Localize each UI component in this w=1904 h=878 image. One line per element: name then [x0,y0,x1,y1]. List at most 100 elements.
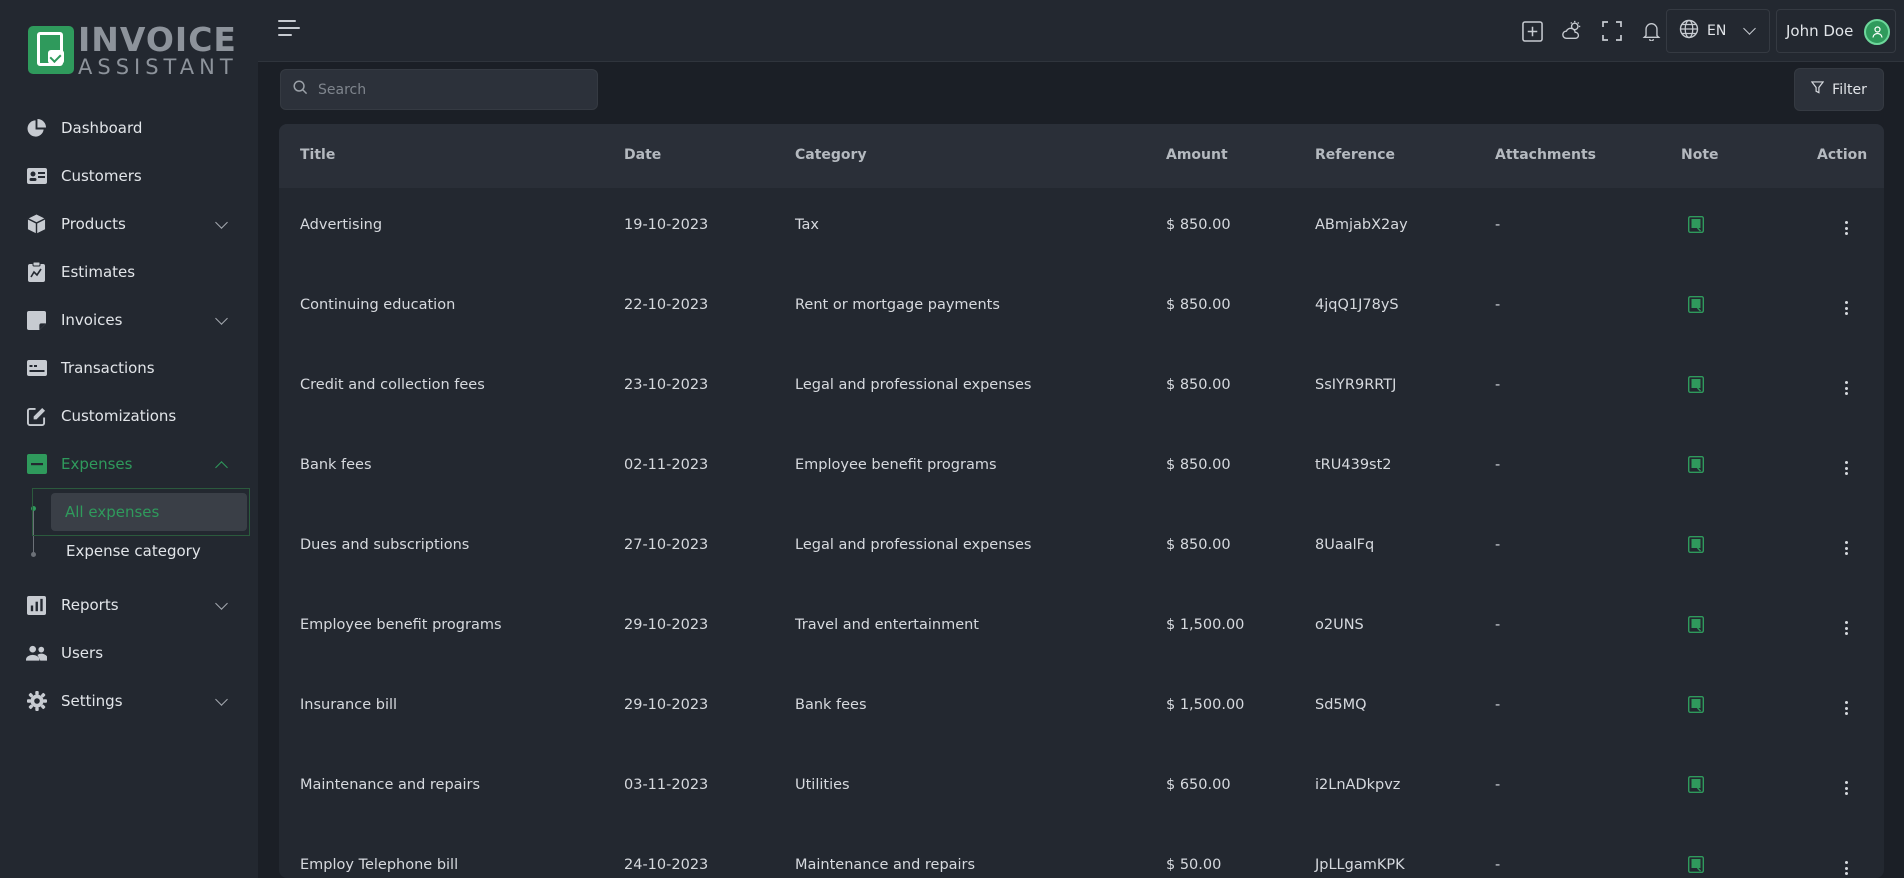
cell-attachments: - [1495,457,1501,473]
more-vertical-icon[interactable] [1839,858,1853,878]
sidebar-item-estimates[interactable]: Estimates [0,248,258,296]
reports-icon [26,595,47,616]
cell-category: Legal and professional expenses [795,377,1032,393]
column-header-action: Action [1817,147,1868,163]
table-row[interactable]: Credit and collection fees 23-10-2023 Le… [279,348,1884,428]
chevron-down-icon [1743,22,1756,35]
column-header-category[interactable]: Category [795,147,867,163]
cell-category: Tax [795,217,819,233]
cell-title: Insurance bill [300,697,398,713]
submenu-item-all-expenses[interactable]: All expenses [32,488,250,536]
more-vertical-icon[interactable] [1839,378,1853,398]
cell-date: 22-10-2023 [624,297,709,313]
clipboard-icon [26,262,47,283]
more-vertical-icon[interactable] [1839,218,1853,238]
sidebar-item-users[interactable]: Users [0,629,258,677]
cell-reference: i2LnADkpvz [1315,777,1401,793]
cell-reference: Sd5MQ [1315,697,1367,713]
bell-icon[interactable] [1639,19,1663,43]
sidebar-item-reports[interactable]: Reports [0,581,258,629]
more-vertical-icon[interactable] [1839,778,1853,798]
more-vertical-icon[interactable] [1839,298,1853,318]
cell-title: Continuing education [300,297,456,313]
sidebar-item-dashboard[interactable]: Dashboard [0,104,258,152]
column-header-note: Note [1681,147,1719,163]
more-vertical-icon[interactable] [1839,538,1853,558]
more-vertical-icon[interactable] [1839,458,1853,478]
more-vertical-icon[interactable] [1839,698,1853,718]
cell-title: Credit and collection fees [300,377,485,393]
id-card-icon [26,166,47,187]
avatar [1864,19,1890,45]
sidebar-item-transactions[interactable]: Transactions [0,344,258,392]
cell-amount: $ 850.00 [1166,217,1231,233]
note-icon[interactable] [1687,535,1705,554]
table-row[interactable]: Maintenance and repairs 03-11-2023 Utili… [279,748,1884,828]
note-icon[interactable] [1687,615,1705,634]
app-logo[interactable]: INVOICE ASSISTANT [28,23,238,79]
sidebar-item-label: Invoices [61,311,123,329]
cell-date: 03-11-2023 [624,777,709,793]
table-row[interactable]: Insurance bill 29-10-2023 Bank fees $ 1,… [279,668,1884,748]
note-icon[interactable] [1687,855,1705,874]
fullscreen-icon[interactable] [1600,19,1624,43]
note-icon[interactable] [1687,695,1705,714]
sidebar-item-products[interactable]: Products [0,200,258,248]
more-vertical-icon[interactable] [1839,618,1853,638]
add-icon[interactable] [1520,19,1544,43]
sidebar-item-label: Estimates [61,263,136,281]
note-icon[interactable] [1687,215,1705,234]
table-row[interactable]: Advertising 19-10-2023 Tax $ 850.00 ABmj… [279,188,1884,268]
logo-line2: ASSISTANT [78,54,238,79]
expenses-submenu: All expenses Expense category [0,488,258,581]
column-header-title[interactable]: Title [300,147,335,163]
cell-attachments: - [1495,857,1501,873]
column-header-reference[interactable]: Reference [1315,147,1395,163]
sidebar-item-label: Users [61,644,104,662]
users-icon [26,643,47,664]
sidebar-item-invoices[interactable]: Invoices [0,296,258,344]
cell-attachments: - [1495,777,1501,793]
language-selector[interactable]: EN [1666,9,1770,53]
cell-title: Dues and subscriptions [300,537,470,553]
table-row[interactable]: Continuing education 22-10-2023 Rent or … [279,268,1884,348]
chevron-down-icon [215,693,228,706]
note-icon[interactable] [1687,375,1705,394]
cell-attachments: - [1495,697,1501,713]
column-header-attachments[interactable]: Attachments [1495,147,1596,163]
table-row[interactable]: Employ Telephone bill 24-10-2023 Mainten… [279,828,1884,878]
table-row[interactable]: Employee benefit programs 29-10-2023 Tra… [279,588,1884,668]
cell-date: 02-11-2023 [624,457,709,473]
cell-title: Bank fees [300,457,372,473]
filter-button[interactable]: Filter [1794,68,1884,111]
sidebar: INVOICE ASSISTANT Dashboard Customers Pr… [0,0,258,878]
column-header-date[interactable]: Date [624,147,661,163]
note-icon[interactable] [1687,775,1705,794]
globe-icon [1679,19,1699,43]
search-input[interactable] [318,81,578,98]
note-icon[interactable] [1687,455,1705,474]
sidebar-item-settings[interactable]: Settings [0,677,258,725]
table-row[interactable]: Bank fees 02-11-2023 Employee benefit pr… [279,428,1884,508]
money-icon [26,358,47,379]
cell-category: Maintenance and repairs [795,857,976,873]
sidebar-item-expenses[interactable]: Expenses [0,440,258,488]
weather-icon[interactable] [1560,19,1584,43]
cell-amount: $ 50.00 [1166,857,1222,873]
menu-toggle-icon[interactable] [278,20,300,38]
cell-reference: tRU439st2 [1315,457,1392,473]
user-menu[interactable]: John Doe [1776,9,1896,53]
table-row[interactable]: Dues and subscriptions 27-10-2023 Legal … [279,508,1884,588]
note-icon[interactable] [1687,295,1705,314]
column-header-amount[interactable]: Amount [1166,147,1228,163]
language-code: EN [1707,23,1727,39]
sidebar-item-label: Customizations [61,407,177,425]
sidebar-item-customers[interactable]: Customers [0,152,258,200]
submenu-item-expense-category[interactable]: Expense category [66,542,201,564]
sidebar-nav: Dashboard Customers Products Estimates I… [0,104,258,725]
cell-attachments: - [1495,297,1501,313]
sidebar-item-customizations[interactable]: Customizations [0,392,258,440]
cell-date: 27-10-2023 [624,537,709,553]
cell-reference: 4jqQ1J78yS [1315,297,1399,313]
cell-amount: $ 850.00 [1166,297,1231,313]
